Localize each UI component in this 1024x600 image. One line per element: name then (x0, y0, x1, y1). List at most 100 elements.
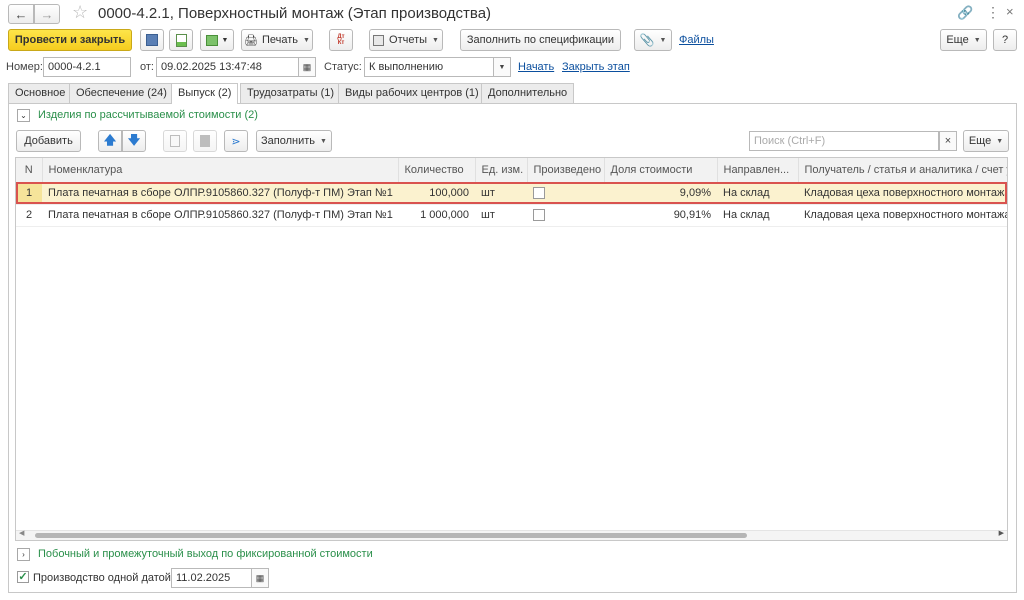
share-cell[interactable]: 90,91% (604, 204, 717, 227)
share-cell[interactable]: 9,09% (604, 182, 717, 205)
print-button[interactable]: 🖨 Печать ▼ (241, 29, 313, 51)
table-more-button[interactable]: Еще ▼ (963, 130, 1009, 152)
search-input[interactable]: Поиск (Ctrl+F) (749, 131, 939, 151)
number-field[interactable]: 0000-4.2.1 (43, 57, 131, 77)
post-button[interactable] (169, 29, 193, 51)
section-title-calculated: Изделия по рассчитываемой стоимости (2) (38, 109, 258, 121)
favorite-star-icon[interactable]: ☆ (72, 2, 88, 23)
arrow-down-icon: 🡇 (127, 132, 141, 147)
close-stage-link[interactable]: Закрыть этап (562, 61, 630, 73)
dtkt-button[interactable]: Дт Кт (329, 29, 353, 51)
add-button[interactable]: Добавить (16, 130, 81, 152)
col-header-n[interactable]: N (16, 158, 43, 183)
printer-icon: 🖨 (244, 34, 258, 47)
receiver-cell[interactable]: Кладовая цеха поверхностного монтажа (798, 204, 1007, 227)
start-link[interactable]: Начать (518, 61, 554, 73)
search-clear-button[interactable]: × (939, 131, 957, 151)
direction-cell[interactable]: На склад (717, 182, 798, 205)
link-icon[interactable]: 🔗 (957, 5, 973, 21)
forward-button[interactable]: → (34, 4, 60, 24)
status-select[interactable]: К выполнению (364, 57, 494, 77)
expand-toggle[interactable]: › (17, 548, 30, 561)
status-dropdown-button[interactable]: ▼ (494, 57, 511, 77)
scroll-left-icon[interactable]: ◀ (19, 529, 24, 537)
produced-cell[interactable] (527, 204, 604, 227)
chevron-right-icon: › (22, 550, 25, 559)
more-vertical-icon[interactable]: ⋮ (986, 4, 1000, 21)
save-icon (146, 34, 158, 46)
date-field[interactable]: 09.02.2025 13:47:48 (156, 57, 299, 77)
delete-button[interactable] (193, 130, 217, 152)
qty-cell[interactable]: 1 000,000 (398, 204, 475, 227)
tab-output[interactable]: Выпуск (2) (171, 83, 239, 104)
arrow-right-icon: → (40, 6, 54, 22)
output-table-container: N Номенклатура Количество Ед. изм. Произ… (15, 157, 1008, 541)
number-label: Номер: (6, 61, 43, 73)
window-title: 0000-4.2.1, Поверхностный монтаж (Этап п… (98, 5, 492, 22)
split-button[interactable]: ⋗ (224, 130, 248, 152)
table-header-row: N Номенклатура Количество Ед. изм. Произ… (16, 158, 1007, 183)
production-date-field[interactable]: 11.02.2025 (171, 568, 252, 588)
col-header-item[interactable]: Номенклатура (42, 158, 399, 183)
item-cell[interactable]: Плата печатная в сборе ОЛПР.9105860.327 … (42, 182, 398, 205)
post-document-icon (175, 33, 187, 47)
dropdown-arrow-icon: ▼ (320, 137, 327, 145)
tab-additional[interactable]: Дополнительно (481, 83, 575, 103)
horizontal-scrollbar[interactable]: ◀ ▶ (16, 530, 1007, 540)
copy-icon (170, 135, 180, 147)
more-button[interactable]: Еще ▼ (940, 29, 987, 51)
copy-button[interactable] (163, 130, 187, 152)
produced-checkbox[interactable] (533, 209, 545, 222)
table-row[interactable]: 2 Плата печатная в сборе ОЛПР.9105860.32… (16, 204, 1007, 227)
produced-checkbox[interactable] (533, 187, 545, 200)
col-header-qty[interactable]: Количество (398, 158, 476, 183)
single-date-checkbox[interactable]: ✓ (17, 571, 29, 583)
paperclip-icon: 📎 (639, 33, 655, 47)
col-header-unit[interactable]: Ед. изм. (475, 158, 528, 183)
direction-cell[interactable]: На склад (717, 204, 798, 227)
production-date-calendar-button[interactable]: ▦ (252, 568, 269, 588)
dropdown-arrow-icon: ▼ (996, 137, 1004, 145)
close-icon[interactable]: × (1006, 4, 1014, 19)
receiver-cell[interactable]: Кладовая цеха поверхностного монтажа (798, 182, 1007, 205)
scroll-right-icon[interactable]: ▶ (999, 529, 1004, 537)
tab-main[interactable]: Основное (8, 83, 73, 103)
unit-cell[interactable]: шт (475, 204, 527, 227)
row-number: 1 (16, 182, 42, 205)
calendar-button[interactable]: ▦ (299, 57, 316, 77)
scrollbar-thumb[interactable] (35, 533, 747, 538)
fill-by-spec-button[interactable]: Заполнить по спецификации (460, 29, 621, 51)
tab-labor[interactable]: Трудозатраты (1) (240, 83, 342, 103)
back-button[interactable]: ← (8, 4, 34, 24)
dropdown-arrow-icon: ▼ (221, 36, 229, 44)
tab-supply[interactable]: Обеспечение (24) (69, 83, 174, 103)
checkmark-icon: ✓ (18, 570, 28, 583)
arrow-left-icon: ← (14, 6, 28, 22)
fill-button[interactable]: Заполнить ▼ (256, 130, 332, 152)
post-and-close-button[interactable]: Провести и закрыть (8, 29, 132, 51)
files-link[interactable]: Файлы (679, 34, 714, 46)
status-label: Статус: (324, 61, 362, 73)
reports-button[interactable]: Отчеты ▼ (369, 29, 443, 51)
row-number: 2 (16, 204, 42, 227)
qty-cell[interactable]: 100,000 (398, 182, 475, 205)
attachments-button[interactable]: 📎 ▼ (634, 29, 672, 51)
unit-cell[interactable]: шт (475, 182, 527, 205)
save-button[interactable] (140, 29, 164, 51)
table-row[interactable]: 1 Плата печатная в сборе ОЛПР.9105860.32… (16, 182, 1007, 205)
col-header-share[interactable]: Доля стоимости (604, 158, 718, 183)
create-based-icon (205, 34, 218, 46)
create-based-on-button[interactable]: ▼ (200, 29, 234, 51)
col-header-produced[interactable]: Произведено (527, 158, 605, 183)
tab-work-centers[interactable]: Виды рабочих центров (1) (338, 83, 486, 103)
move-down-button[interactable]: 🡇 (122, 130, 146, 152)
move-up-button[interactable]: 🡅 (98, 130, 122, 152)
arrow-up-icon: 🡅 (103, 132, 117, 147)
collapse-toggle[interactable]: ⌄ (17, 109, 30, 122)
col-header-direction[interactable]: Направлен... (717, 158, 799, 183)
calendar-icon: ▦ (255, 572, 265, 583)
help-button[interactable]: ? (993, 29, 1017, 51)
col-header-receiver[interactable]: Получатель / статья и аналитика / счет у… (798, 158, 1007, 183)
produced-cell[interactable] (527, 182, 604, 205)
item-cell[interactable]: Плата печатная в сборе ОЛПР.9105860.327 … (42, 204, 398, 227)
